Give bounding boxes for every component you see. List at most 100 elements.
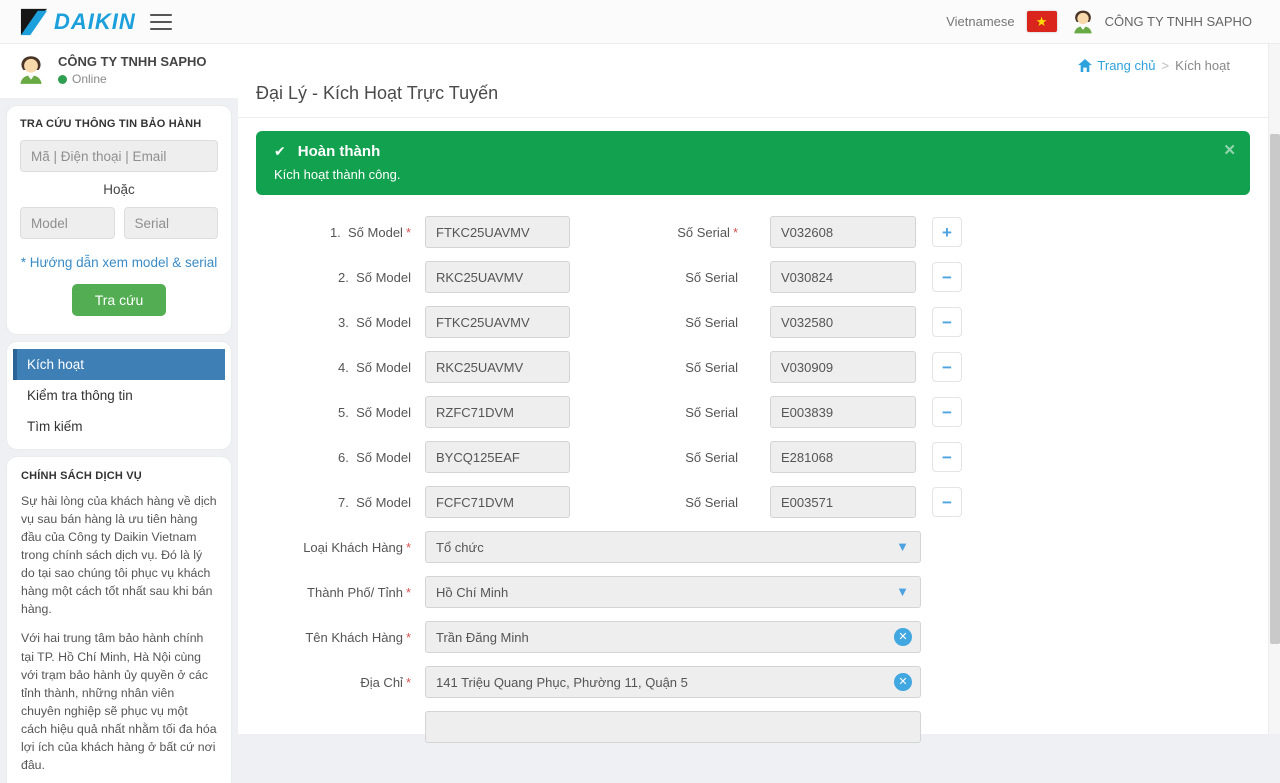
lookup-card-title: TRA CỨU THÔNG TIN BẢO HÀNH (20, 118, 218, 130)
row-index: 1. (330, 225, 341, 240)
alert-close-icon[interactable]: ✕ (1223, 141, 1236, 159)
partial-field[interactable] (425, 711, 921, 743)
model-serial-guide-link[interactable]: * Hướng dẫn xem model & serial (20, 255, 218, 270)
row-index: 3. (338, 315, 349, 330)
remove-row-button[interactable]: − (932, 442, 962, 472)
remove-row-button[interactable]: − (932, 352, 962, 382)
vietnam-flag-icon[interactable]: ★ (1027, 11, 1057, 32)
top-header: DAIKIN Vietnamese ★ CÔNG TY TNHH SAPHO (0, 0, 1280, 44)
sidebar: CÔNG TY TNHH SAPHO Online TRA CỨU THÔNG … (0, 44, 238, 734)
profile-status: Online (58, 72, 207, 86)
model-input[interactable] (425, 351, 570, 383)
lookup-submit-button[interactable]: Tra cứu (72, 284, 167, 316)
product-row: 4. Số Model Số Serial − (256, 351, 1250, 383)
model-input[interactable] (425, 261, 570, 293)
lookup-serial-input[interactable] (124, 207, 219, 239)
serial-input[interactable] (770, 396, 916, 428)
row-index: 6. (338, 450, 349, 465)
model-input[interactable] (425, 486, 570, 518)
scrollbar-thumb[interactable] (1270, 134, 1280, 644)
sidebar-menu: Kích hoạt Kiểm tra thông tin Tìm kiếm (7, 342, 231, 449)
sidebar-item-tim-kiem[interactable]: Tìm kiếm (13, 411, 225, 442)
product-row: 5. Số Model Số Serial − (256, 396, 1250, 428)
breadcrumb-home-label: Trang chủ (1097, 58, 1155, 73)
product-row: 1. Số Model* Số Serial* + (256, 216, 1250, 248)
sidebar-item-kiem-tra-thong-tin[interactable]: Kiểm tra thông tin (13, 380, 225, 411)
policy-paragraph: Với hai trung tâm bảo hành chính tại TP.… (21, 629, 217, 774)
language-selector[interactable]: Vietnamese (946, 14, 1014, 29)
lookup-model-input[interactable] (20, 207, 115, 239)
profile-avatar-icon (14, 53, 48, 87)
customer-name-row: Tên Khách Hàng* ✕ (256, 621, 1250, 653)
serial-input[interactable] (770, 261, 916, 293)
serial-input[interactable] (770, 486, 916, 518)
sidebar-item-kich-hoat[interactable]: Kích hoạt (13, 349, 225, 380)
policy-card-title: CHÍNH SÁCH DỊCH VỤ (21, 470, 217, 482)
minus-icon: − (942, 404, 952, 421)
add-row-button[interactable]: + (932, 217, 962, 247)
required-mark: * (733, 225, 738, 240)
model-label: Số Model (356, 315, 411, 330)
model-label: Số Model (356, 270, 411, 285)
vertical-scrollbar[interactable] (1268, 44, 1280, 734)
serial-input[interactable] (770, 351, 916, 383)
model-input[interactable] (425, 441, 570, 473)
serial-input[interactable] (770, 441, 916, 473)
serial-label: Số Serial (685, 495, 738, 510)
model-input[interactable] (425, 396, 570, 428)
breadcrumb-home-link[interactable]: Trang chủ (1078, 58, 1155, 73)
serial-label: Số Serial (685, 270, 738, 285)
partial-field-row (256, 711, 1250, 743)
customer-type-row: Loại Khách Hàng* Tổ chức ▼ (256, 531, 1250, 563)
daikin-logo-icon (20, 8, 48, 36)
title-divider (238, 117, 1268, 118)
field-label: Tên Khách Hàng (305, 630, 403, 645)
model-input[interactable] (425, 306, 570, 338)
required-mark: * (406, 540, 411, 555)
serial-input[interactable] (770, 306, 916, 338)
serial-input[interactable] (770, 216, 916, 248)
required-mark: * (406, 630, 411, 645)
product-row: 2. Số Model Số Serial − (256, 261, 1250, 293)
check-icon: ✔ (274, 143, 286, 160)
lookup-code-input[interactable] (20, 140, 218, 172)
breadcrumb-current: Kích hoạt (1175, 58, 1230, 73)
success-alert: ✔ Hoàn thành Kích hoạt thành công. ✕ (256, 131, 1250, 195)
model-label: Số Model (356, 360, 411, 375)
model-label: Số Model (356, 495, 411, 510)
model-input[interactable] (425, 216, 570, 248)
online-status-label: Online (72, 72, 107, 86)
address-input[interactable] (425, 666, 921, 698)
customer-type-select[interactable]: Tổ chức (425, 531, 921, 563)
clear-input-icon[interactable]: ✕ (894, 673, 912, 691)
remove-row-button[interactable]: − (932, 487, 962, 517)
policy-paragraph: Sự hài lòng của khách hàng về dịch vụ sa… (21, 492, 217, 618)
minus-icon: − (942, 494, 952, 511)
plus-icon: + (942, 224, 952, 241)
main-content: Trang chủ > Kích hoạt Đại Lý - Kích Hoạt… (238, 44, 1268, 734)
service-policy-card: CHÍNH SÁCH DỊCH VỤ Sự hài lòng của khách… (7, 457, 231, 783)
clear-input-icon[interactable]: ✕ (894, 628, 912, 646)
alert-message: Kích hoạt thành công. (274, 167, 1232, 182)
header-user-name: CÔNG TY TNHH SAPHO (1105, 14, 1252, 29)
menu-toggle-icon[interactable] (150, 14, 172, 30)
city-row: Thành Phố/ Tỉnh* Hồ Chí Minh ▼ (256, 576, 1250, 608)
alert-title: Hoàn thành (298, 143, 381, 160)
minus-icon: − (942, 449, 952, 466)
home-icon (1078, 59, 1092, 72)
header-user-menu[interactable]: CÔNG TY TNHH SAPHO (1069, 8, 1252, 36)
flag-star-icon: ★ (1036, 14, 1048, 30)
customer-name-input[interactable] (425, 621, 921, 653)
breadcrumb-separator: > (1161, 58, 1169, 73)
city-select[interactable]: Hồ Chí Minh (425, 576, 921, 608)
required-mark: * (406, 675, 411, 690)
model-label: Số Model (348, 225, 403, 240)
remove-row-button[interactable]: − (932, 397, 962, 427)
remove-row-button[interactable]: − (932, 262, 962, 292)
minus-icon: − (942, 269, 952, 286)
product-row: 6. Số Model Số Serial − (256, 441, 1250, 473)
remove-row-button[interactable]: − (932, 307, 962, 337)
daikin-logo[interactable]: DAIKIN (20, 8, 136, 36)
warranty-lookup-card: TRA CỨU THÔNG TIN BẢO HÀNH Hoặc * Hướng … (7, 106, 231, 334)
model-label: Số Model (356, 405, 411, 420)
